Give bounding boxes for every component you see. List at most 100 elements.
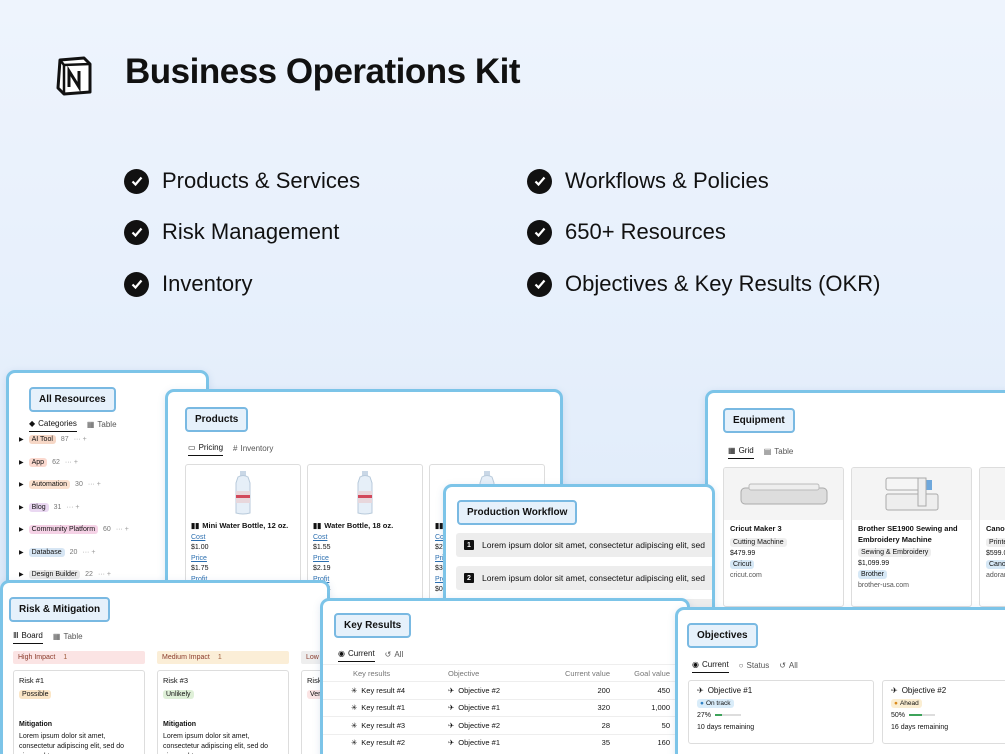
column-header[interactable]: High Impact 1 [13,651,145,664]
mitigation-text: Lorem ipsum dolor sit amet, consectetur … [163,733,269,754]
objective-cell: ✈ Objective #1 [448,703,548,712]
history-icon: ↺ [384,649,392,659]
expand-arrow-icon[interactable]: ▶ [19,549,24,556]
more-icon[interactable]: ··· + [74,436,87,443]
tab-all[interactable]: ↺ All [779,660,798,673]
bottle-image [313,465,417,521]
feature-label: Risk Management [162,219,340,244]
category-tag: Blog [28,502,49,512]
list-item[interactable]: ▶ Community Platform 60 ··· + [19,525,129,534]
table-row[interactable]: ✳ Key result #2 ✈ Objective #1 35 160 [323,733,683,751]
more-icon[interactable]: ··· + [66,504,79,511]
more-icon[interactable]: ··· + [65,459,78,466]
item-count: 20 [69,548,78,556]
list-item[interactable]: ▶ App 62 ··· + [19,457,78,467]
tab-table[interactable]: ▦ Table [87,419,117,432]
column-header[interactable]: Medium Impact 1 [157,651,289,664]
equipment-image [980,468,1005,520]
table-row[interactable]: ✳ Key result #1 ✈ Objective #1 320 1,000 [323,698,683,716]
equipment-image [852,468,971,520]
equipment-item[interactable]: Cricut Maker 3 Cutting Machine $479.99 Cric… [723,467,844,607]
objective-icon: ✈ [448,685,455,695]
tab-current[interactable]: ◉ Current [338,649,375,662]
tab-board[interactable]: Ⅲ Board [13,631,43,644]
category-tag: Community Platform [28,525,99,534]
equipment-name: Brother SE1900 Sewing and Embroidery Mac… [858,524,958,544]
workflow-step[interactable]: 1 Lorem ipsum dolor sit amet, consectetur… [456,533,712,557]
tab-inventory[interactable]: # Inventory [233,443,273,456]
equipment-name: Canon [986,524,1005,533]
workflow-step[interactable]: 2 Lorem ipsum dolor sit amet, consectetur… [456,566,712,590]
objective-name: Objective #1 [458,738,500,747]
table-row[interactable]: ✳ Key result #4 ✈ Objective #2 200 450 [323,681,683,698]
objective-card[interactable]: ✈ Objective #1 ● On track 27% 10 days remaini… [688,680,874,744]
category-tag: AI Tool [28,435,56,444]
check-circle-icon [527,271,552,297]
tab-table[interactable]: ▦ Table [53,631,83,644]
risk-card-item[interactable]: Risk #3 Unlikely Mitigation Lorem ipsum dol… [157,670,289,754]
risk-card-item[interactable]: Risk #1 Possible Mitigation Lorem ipsum dol… [13,670,145,754]
mitigation-text: Lorem ipsum dolor sit amet, consectetur … [19,733,125,754]
expand-arrow-icon[interactable]: ▶ [19,526,24,533]
expand-arrow-icon[interactable]: ▶ [19,571,24,578]
list-item[interactable]: ▶ Database 20 ··· + [19,547,95,557]
current-value: 200 [597,685,610,695]
more-icon[interactable]: ··· + [82,549,95,556]
category-tag: Database [28,547,65,557]
board-icon: Ⅲ [13,631,19,640]
current-value: 35 [601,738,610,747]
equipment-item[interactable]: Brother SE1900 Sewing and Embroidery Mac… [851,467,972,607]
more-icon[interactable]: ··· + [116,526,129,533]
list-item[interactable]: ▶ AI Tool 87 ··· + [19,435,87,444]
table-icon: ▦ [86,419,95,429]
card-title: All Resources [29,387,116,412]
table-row[interactable]: ✳ Key result #3 ✈ Objective #2 28 50 [323,716,683,733]
field-label: Price [313,555,329,562]
list-item[interactable]: ▶ Automation 30 ··· + [19,480,101,489]
objective-name: Objective #2 [901,686,947,695]
expand-arrow-icon[interactable]: ▶ [19,459,24,466]
tab-all[interactable]: ↺ All [385,649,404,662]
tab-categories[interactable]: ◆ Categories [29,419,77,432]
asterisk-icon: ✳ [351,738,358,747]
more-icon[interactable]: ··· + [98,571,111,578]
tab-current[interactable]: ◉ Current [692,660,729,673]
expand-arrow-icon[interactable]: ▶ [19,481,24,488]
table-icon: ▤ [763,446,772,456]
board-column: High Impact 1 Risk #1 Possible Mitigation Lor… [13,651,145,754]
hash-icon: # [233,443,238,453]
tab-pricing[interactable]: ▭ Pricing [188,443,224,456]
objective-title: ✈ Objective #1 [697,686,865,695]
expand-arrow-icon[interactable]: ▶ [19,436,24,443]
likelihood-tag: Possible [19,690,52,699]
likelihood-tag: Unlikely [163,690,194,699]
equipment-image [724,468,843,520]
header-current-value: Current value [564,668,610,678]
asterisk-icon: ✳ [351,720,358,730]
card-title: Objectives [687,623,758,648]
tab-status[interactable]: ○ Status [739,660,770,673]
target-icon: ◉ [338,649,345,658]
equipment-item[interactable]: Canon Printer $599.0 Canon adoram [979,467,1005,607]
days-remaining: 10 days remaining [697,724,755,731]
expand-arrow-icon[interactable]: ▶ [19,504,24,511]
objectives-card: Objectives ◉ Current ○ Status ↺ All ✈ Object… [675,607,1005,754]
goal-value: 450 [657,685,670,695]
objective-card[interactable]: ✈ Objective #2 ● Ahead 50% 16 days remaining [882,680,1005,744]
list-item[interactable]: ▶ Blog 31 ··· + [19,502,79,512]
more-icon[interactable]: ··· + [88,481,101,488]
card-title: Key Results [334,613,412,638]
progress-percent: 27% [697,712,712,719]
item-count: 62 [52,458,60,466]
column-count: 1 [217,654,222,661]
feature-label: Objectives & Key Results (OKR) [565,271,881,296]
tab-table[interactable]: ▤ Table [764,446,794,459]
tab-grid[interactable]: ▦ Grid [728,446,754,459]
key-result-cell: ✳ Key result #4 [323,686,448,695]
product-name-text: Water Bottle, 18 oz. [324,521,394,530]
check-circle-icon [124,219,149,245]
feature-item: Workflows & Policies [527,168,769,194]
risk-name: Risk #3 [163,676,189,685]
category-tag: Sewing & Embroidery [858,548,932,557]
list-item[interactable]: ▶ Design Builder 22 ··· + [19,570,111,579]
